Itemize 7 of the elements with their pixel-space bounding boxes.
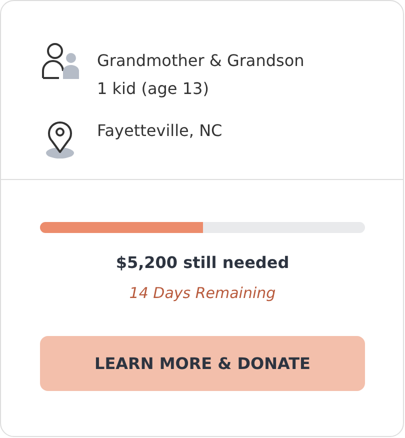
family-relation: Grandmother & Grandson bbox=[97, 50, 304, 72]
donate-button[interactable]: LEARN MORE & DONATE bbox=[40, 336, 365, 391]
people-icon bbox=[41, 43, 79, 79]
kids-count: 1 kid (age 13) bbox=[97, 78, 210, 100]
location-text: Fayetteville, NC bbox=[97, 120, 222, 142]
amount-needed: $5,200 still needed bbox=[116, 253, 290, 272]
days-remaining: 14 Days Remaining bbox=[129, 284, 276, 302]
